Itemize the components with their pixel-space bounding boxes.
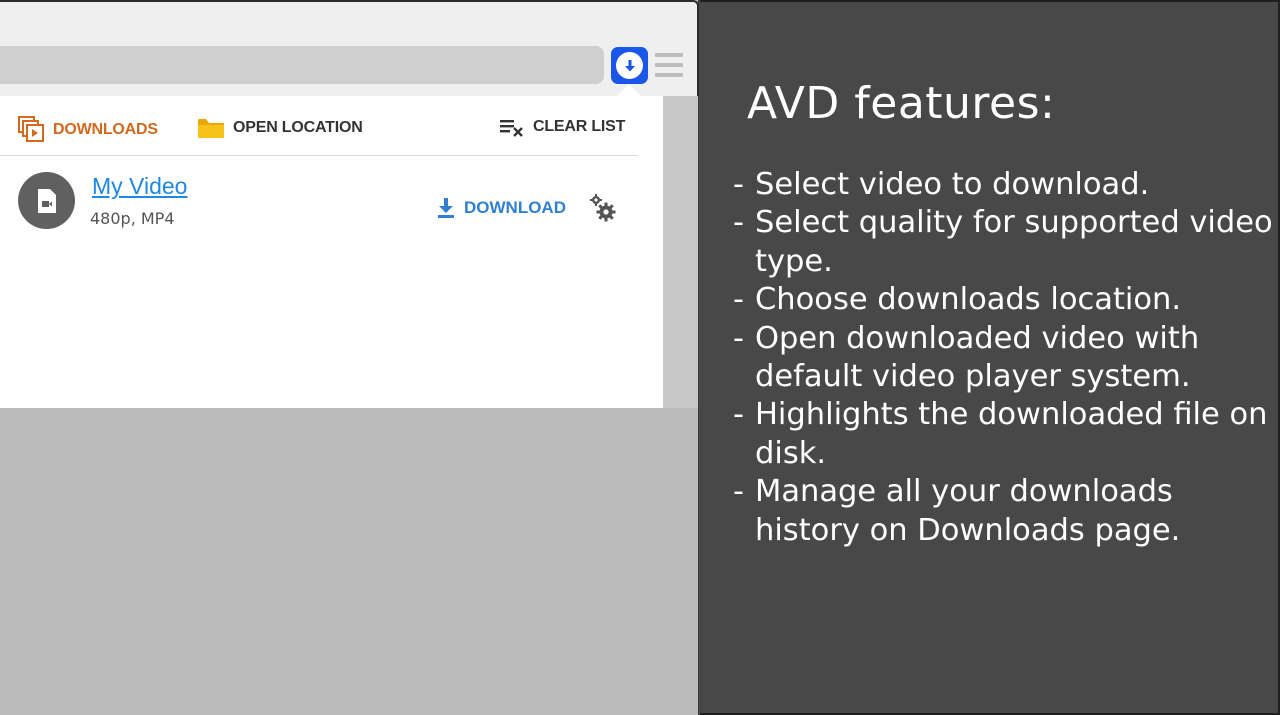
address-bar[interactable] <box>0 46 604 84</box>
feature-list: - Select video to download. - Select quali… <box>733 166 1273 550</box>
downloads-label: DOWNLOADS <box>53 120 158 138</box>
video-meta: 480p, MP4 <box>90 209 175 228</box>
download-button[interactable]: DOWNLOAD <box>436 197 566 219</box>
clear-list-icon <box>500 120 523 137</box>
stacked-video-icon <box>18 116 44 142</box>
open-location-label: OPEN LOCATION <box>233 119 363 136</box>
feature-item: - Select video to download. <box>733 167 1150 202</box>
feature-item: - Highlights the downloaded file on disk. <box>733 397 1268 471</box>
hamburger-menu-icon[interactable] <box>655 51 683 79</box>
video-title-link[interactable]: My Video <box>92 173 187 200</box>
feature-item: - Open downloaded video with default vide… <box>733 320 1200 395</box>
browser-toolbar <box>0 0 699 96</box>
open-location-button[interactable]: OPEN LOCATION <box>197 116 363 140</box>
clear-list-label: CLEAR LIST <box>533 118 626 135</box>
video-file-icon <box>18 172 75 229</box>
feature-item: - Choose downloads location. <box>733 282 1182 318</box>
features-panel: AVD features: - Select video to download.… <box>700 0 1280 715</box>
downloads-button[interactable]: DOWNLOADS <box>18 116 158 143</box>
popup-toolbar: DOWNLOADS OPEN LOCATION CLEAR LIST <box>0 96 638 156</box>
browser-window: DOWNLOADS OPEN LOCATION CLEAR LIST My Vi… <box>0 0 699 715</box>
download-circle-icon <box>616 52 643 79</box>
download-label: DOWNLOAD <box>464 198 566 217</box>
popup-pointer <box>617 84 641 96</box>
gears-icon[interactable] <box>588 193 618 223</box>
folder-icon <box>198 119 224 138</box>
screenshot-stage: DOWNLOADS OPEN LOCATION CLEAR LIST My Vi… <box>0 0 1280 715</box>
clear-list-button[interactable]: CLEAR LIST <box>499 116 625 138</box>
download-arrow-icon <box>438 198 454 218</box>
extension-button[interactable] <box>611 47 648 84</box>
feature-item: - Manage all your downloads history on Do… <box>733 474 1181 548</box>
downloads-popup: DOWNLOADS OPEN LOCATION CLEAR LIST My Vi… <box>0 96 663 408</box>
page-background <box>662 96 698 408</box>
features-title: AVD features: <box>747 78 1056 129</box>
feature-item: - Select quality for supported video type… <box>733 205 1273 279</box>
list-item: My Video 480p, MP4 DOWNLOAD <box>0 157 638 247</box>
